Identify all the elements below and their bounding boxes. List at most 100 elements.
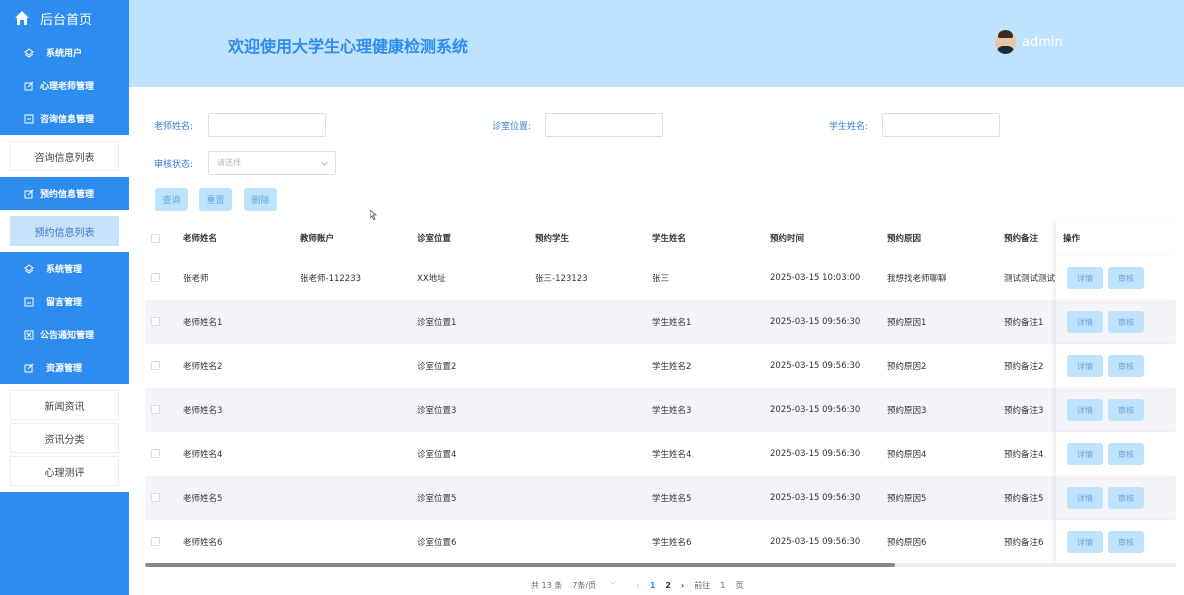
row-actions: 详情 审核 xyxy=(1056,432,1176,476)
audit-button[interactable]: 审核 xyxy=(1108,399,1144,421)
row-checkbox[interactable] xyxy=(151,449,160,458)
table-cell: 2025-03-15 09:56:30 xyxy=(770,449,861,459)
message-icon xyxy=(24,297,34,306)
reset-button[interactable]: 重置 xyxy=(199,188,232,211)
edit-icon xyxy=(24,189,34,198)
table-cell: 张三-123123 xyxy=(535,274,588,284)
form-icon xyxy=(24,114,34,123)
detail-button[interactable]: 详情 xyxy=(1067,531,1103,553)
table-cell: 老师姓名3 xyxy=(183,406,223,416)
table-cell: 学生姓名2 xyxy=(652,362,692,372)
detail-button[interactable]: 详情 xyxy=(1067,355,1103,377)
sidebar-item-resource-management[interactable]: 资源管理 xyxy=(0,351,129,384)
table-header: 老师姓名 教师账户 诊室位置 预约学生 学生姓名 预约时间 预约原因 预约备注 … xyxy=(145,220,1176,256)
audit-button[interactable]: 审核 xyxy=(1108,355,1144,377)
horizontal-scrollbar[interactable] xyxy=(145,563,1176,567)
chevron-down-icon: ﹀ xyxy=(608,581,617,590)
sidebar-item-teacher-management[interactable]: 心理老师管理 xyxy=(0,69,129,102)
sidebar-item-label: 系统用户 xyxy=(46,49,83,59)
mouse-cursor-icon xyxy=(370,210,378,220)
sidebar-item-message-management[interactable]: 留言管理 xyxy=(0,285,129,318)
student-name-input[interactable] xyxy=(882,113,1000,137)
notice-icon xyxy=(24,330,34,339)
audit-button[interactable]: 审核 xyxy=(1108,267,1144,289)
user-menu[interactable]: admin xyxy=(995,30,1063,54)
detail-button[interactable]: 详情 xyxy=(1067,399,1103,421)
table-cell: 预约原因1 xyxy=(887,318,927,328)
detail-button[interactable]: 详情 xyxy=(1067,267,1103,289)
page-1[interactable]: 1 xyxy=(650,581,656,590)
row-checkbox[interactable] xyxy=(151,317,160,326)
sidebar-item-psych-test[interactable]: 心理测评 xyxy=(10,456,119,486)
room-location-input[interactable] xyxy=(545,113,663,137)
table-cell: 我想找老师聊聊 xyxy=(887,274,947,284)
submenu-consult: 咨询信息列表 xyxy=(0,135,129,177)
row-actions: 详情 审核 xyxy=(1056,388,1176,432)
page-size-value: 7条/页 xyxy=(572,581,597,590)
table-cell: 学生姓名6 xyxy=(652,538,692,548)
col-header: 诊室位置 xyxy=(417,234,452,244)
submenu-appointment: 预约信息列表 xyxy=(0,210,129,252)
layers-icon xyxy=(24,47,34,58)
teacher-name-input[interactable] xyxy=(208,113,326,137)
sidebar-item-label: 预约信息管理 xyxy=(40,190,95,200)
table-cell: 测试测试测试 xyxy=(1004,274,1056,284)
table-cell: 预约备注4 xyxy=(1004,450,1044,460)
table-cell: 诊室位置1 xyxy=(417,318,457,328)
scrollbar-thumb[interactable] xyxy=(145,563,895,567)
select-all-checkbox[interactable] xyxy=(151,234,160,243)
sidebar-item-appointment-management[interactable]: 预约信息管理 xyxy=(0,177,129,210)
table-cell: 预约备注3 xyxy=(1004,406,1044,416)
audit-button[interactable]: 审核 xyxy=(1108,311,1144,333)
sidebar-item-consult-list[interactable]: 咨询信息列表 xyxy=(10,141,119,171)
sidebar-item-label: 心理老师管理 xyxy=(40,82,95,92)
table-row: 张老师 张老师-112233 XX地址 张三-123123 张三 2025-03-15 1… xyxy=(145,256,1176,300)
delete-button[interactable]: 删除 xyxy=(244,188,277,211)
sidebar-item-system-users[interactable]: 系统用户 xyxy=(0,36,129,69)
detail-button[interactable]: 详情 xyxy=(1067,487,1103,509)
status-select-placeholder: 请选择 xyxy=(217,158,241,167)
sidebar-item-news-category[interactable]: 资讯分类 xyxy=(10,423,119,453)
sidebar-item-appointment-list[interactable]: 预约信息列表 xyxy=(10,216,119,246)
table-cell: 学生姓名3 xyxy=(652,406,692,416)
page-size-select[interactable]: 7条/页 ﹀ xyxy=(572,580,626,591)
next-page-icon[interactable]: › xyxy=(681,581,684,590)
username: admin xyxy=(1022,34,1063,50)
table-cell: 老师姓名5 xyxy=(183,494,223,504)
sidebar-item-label: 资源管理 xyxy=(46,364,83,374)
sidebar-item-notice-management[interactable]: 公告通知管理 xyxy=(0,318,129,351)
audit-button[interactable]: 审核 xyxy=(1108,531,1144,553)
goto-page-input[interactable]: 1 xyxy=(720,581,725,590)
sidebar-item-label: 留言管理 xyxy=(46,298,83,308)
table-cell: 张老师-112233 xyxy=(300,274,362,284)
table-cell: 老师姓名6 xyxy=(183,538,223,548)
sidebar-home[interactable]: 后台首页 xyxy=(0,0,129,36)
row-checkbox[interactable] xyxy=(151,537,160,546)
sidebar-item-system-management[interactable]: 系统管理 xyxy=(0,252,129,285)
detail-button[interactable]: 详情 xyxy=(1067,311,1103,333)
row-checkbox[interactable] xyxy=(151,493,160,502)
sidebar-item-news[interactable]: 新闻资讯 xyxy=(10,390,119,420)
status-select[interactable]: 请选择 xyxy=(208,151,336,175)
detail-button[interactable]: 详情 xyxy=(1067,443,1103,465)
row-checkbox[interactable] xyxy=(151,273,160,282)
teacher-name-label: 老师姓名: xyxy=(154,122,194,132)
row-checkbox[interactable] xyxy=(151,405,160,414)
prev-page-icon[interactable]: ‹ xyxy=(637,581,640,590)
audit-button[interactable]: 审核 xyxy=(1108,487,1144,509)
page-suffix: 页 xyxy=(735,581,744,590)
page-2[interactable]: 2 xyxy=(665,581,671,590)
table-cell: 学生姓名4 xyxy=(652,450,692,460)
sidebar-item-consult-management[interactable]: 咨询信息管理 xyxy=(0,102,129,135)
audit-button[interactable]: 审核 xyxy=(1108,443,1144,465)
table-cell: 2025-03-15 10:03:00 xyxy=(770,273,861,283)
table-row: 老师姓名6 诊室位置6 学生姓名6 2025-03-15 09:56:30 预约原因6 预… xyxy=(145,520,1176,564)
total-count: 共 13 条 xyxy=(531,581,563,590)
row-checkbox[interactable] xyxy=(151,361,160,370)
table-cell: 2025-03-15 09:56:30 xyxy=(770,361,861,371)
table-cell: 预约原因3 xyxy=(887,406,927,416)
row-actions: 详情 审核 xyxy=(1056,520,1176,564)
submenu-resource: 新闻资讯 资讯分类 心理测评 xyxy=(0,384,129,492)
query-button[interactable]: 查询 xyxy=(155,188,188,211)
layers-icon xyxy=(24,263,34,274)
